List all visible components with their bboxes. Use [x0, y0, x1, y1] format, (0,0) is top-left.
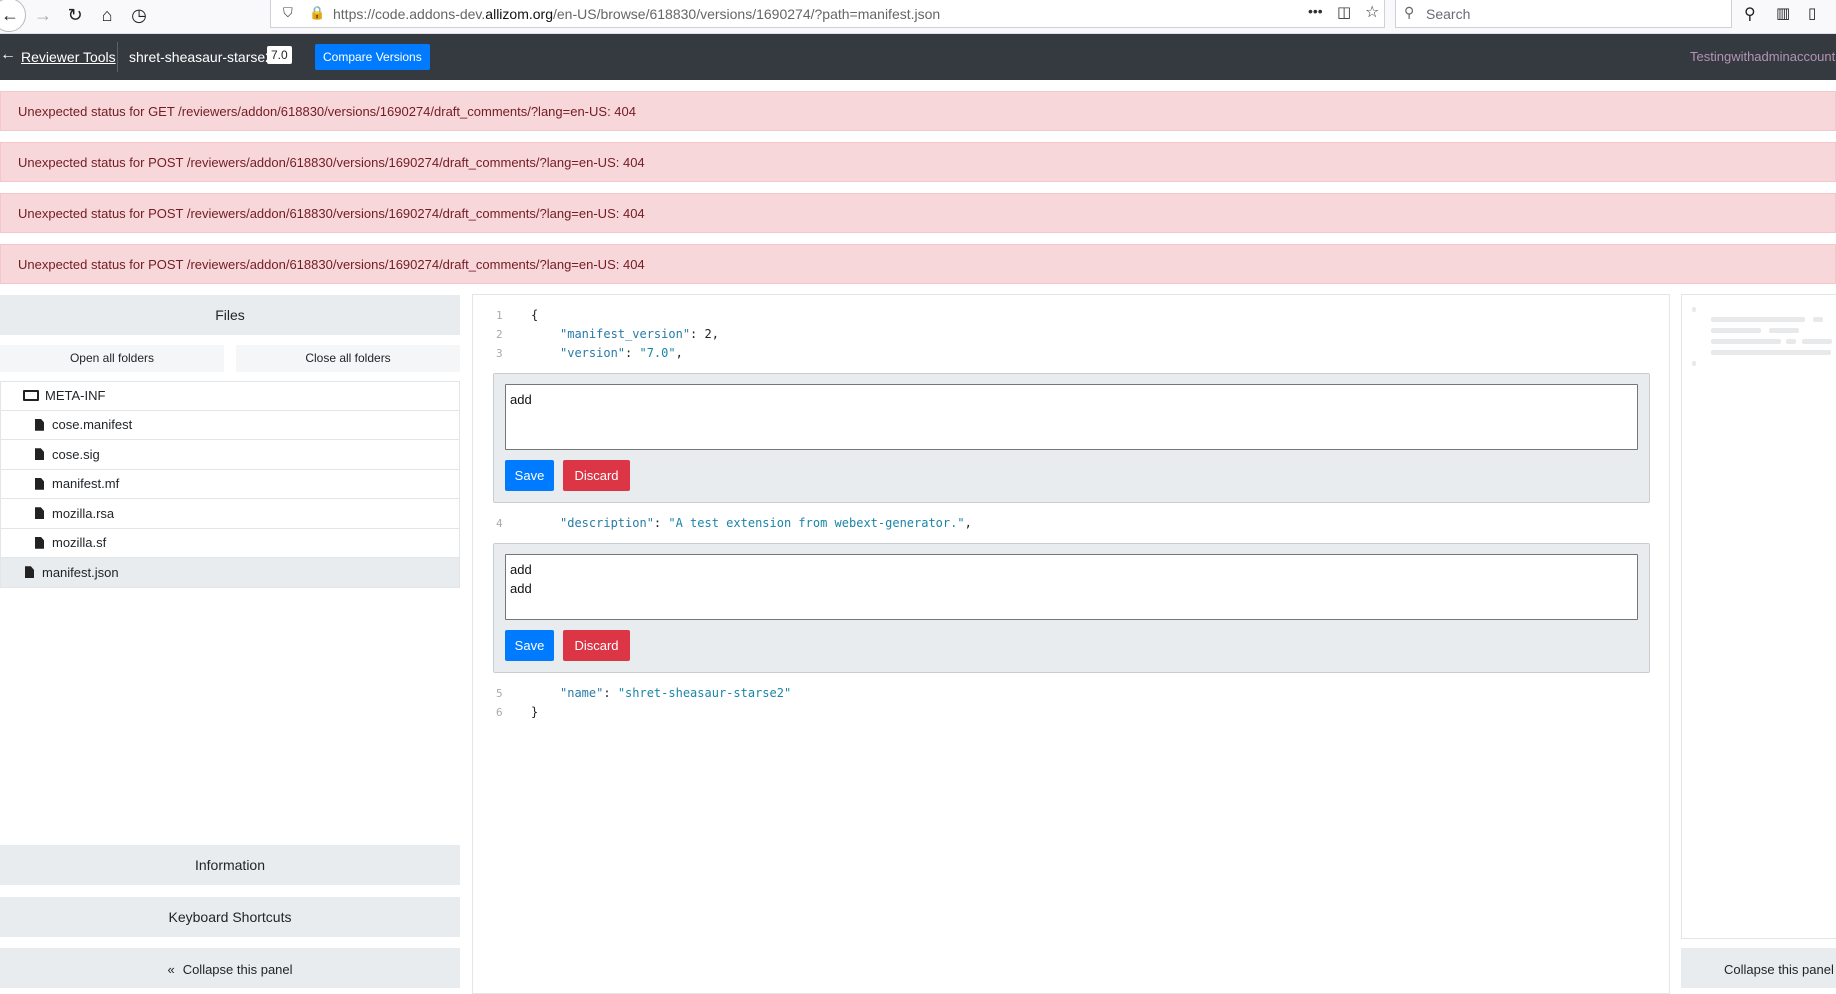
save-button[interactable]: Save [505, 630, 554, 661]
search-placeholder: Search [1426, 6, 1471, 22]
tree-file-manifest-json[interactable]: manifest.json [0, 558, 460, 588]
history-clock-icon[interactable]: ◷ [127, 3, 151, 27]
search-icon: ⚲ [1404, 4, 1415, 20]
user-name[interactable]: Testingwithadminaccount [1690, 49, 1835, 64]
minimap-line [1802, 339, 1832, 344]
error-alert: Unexpected status for POST /reviewers/ad… [0, 244, 1836, 284]
lock-icon: 🔒 [309, 5, 326, 20]
file-icon [25, 566, 34, 579]
tree-item-label: manifest.json [42, 564, 119, 580]
folder-open-icon [23, 390, 39, 402]
file-icon [35, 448, 44, 461]
reviewer-tools-link[interactable]: Reviewer Tools [21, 49, 116, 65]
tree-item-label: mozilla.rsa [52, 505, 115, 521]
minimap-line [1711, 350, 1831, 355]
addon-name: shret-sheasaur-starse2 [129, 49, 273, 65]
line-number: 6 [496, 706, 503, 719]
code-line[interactable]: "version": "7.0", [560, 346, 683, 360]
comment-textarea[interactable]: add [505, 384, 1638, 450]
tree-file-mozilla-sf[interactable]: mozilla.sf [0, 528, 460, 558]
tree-item-label: mozilla.sf [52, 535, 107, 551]
error-alert: Unexpected status for POST /reviewers/ad… [0, 142, 1836, 182]
minimap-line [1711, 328, 1761, 333]
code-line[interactable]: } [531, 705, 538, 719]
library-icon[interactable]: ▥ [1776, 4, 1790, 22]
back-button[interactable]: ← [0, 0, 26, 32]
minimap-line [1711, 339, 1781, 344]
reload-icon[interactable]: ↻ [63, 3, 87, 27]
version-badge: 7.0 [267, 46, 292, 64]
tree-item-label: manifest.mf [52, 476, 120, 492]
bookmark-star-icon[interactable]: ☆ [1365, 2, 1379, 22]
minimap-line [1692, 361, 1696, 366]
comment-form: add add Save Discard [493, 543, 1650, 673]
search-icon[interactable]: ⚲ [1744, 4, 1756, 24]
tree-file-manifest-mf[interactable]: manifest.mf [0, 469, 460, 499]
files-heading[interactable]: Files [0, 295, 460, 335]
code-line[interactable]: "name": "shret-sheasaur-starse2" [560, 686, 791, 700]
minimap-line [1692, 307, 1696, 312]
code-line[interactable]: "manifest_version": 2, [560, 327, 719, 341]
back-arrow-icon[interactable]: ← [0, 46, 16, 64]
code-line[interactable]: "description": "A test extension from we… [560, 516, 972, 530]
file-icon [35, 536, 44, 549]
file-tree: META-INF cose.manifest cose.sig manifest… [0, 381, 460, 588]
file-icon [35, 477, 44, 490]
save-button[interactable]: Save [505, 460, 554, 491]
minimap-line [1786, 339, 1796, 344]
comment-form: add Save Discard [493, 373, 1650, 503]
more-icon[interactable]: ••• [1308, 3, 1323, 19]
browser-toolbar: ← → ↻ ⌂ ◷ ⛉ 🔒 https://code.addons-dev.al… [0, 0, 1836, 34]
line-number: 4 [496, 517, 503, 530]
line-number: 1 [496, 309, 503, 322]
code-minimap[interactable] [1681, 294, 1836, 939]
collapse-left-panel-button[interactable]: «Collapse this panel [0, 948, 460, 988]
keyboard-shortcuts-heading[interactable]: Keyboard Shortcuts [0, 897, 460, 937]
tree-item-label: cose.manifest [52, 417, 133, 433]
code-view: 1 { 2 "manifest_version": 2, 3 "version"… [472, 294, 1670, 994]
code-line[interactable]: { [531, 308, 538, 322]
tree-item-label: cose.sig [52, 446, 100, 462]
minimap-line [1711, 317, 1805, 322]
comment-textarea[interactable]: add add [505, 554, 1638, 620]
pocket-icon[interactable]: ◫ [1337, 3, 1351, 21]
line-number: 2 [496, 328, 503, 341]
address-bar[interactable]: ⛉ 🔒 https://code.addons-dev.allizom.org/… [270, 0, 1385, 28]
line-number: 3 [496, 347, 503, 360]
tree-file-cose-sig[interactable]: cose.sig [0, 440, 460, 470]
sidebar-icon[interactable]: ▯ [1808, 4, 1816, 22]
tree-item-label: META-INF [45, 388, 106, 404]
open-all-folders-button[interactable]: Open all folders [0, 345, 224, 372]
error-alert: Unexpected status for GET /reviewers/add… [0, 91, 1836, 131]
forward-arrow-icon[interactable]: → [31, 3, 55, 27]
back-arrow-icon: ← [1, 5, 19, 25]
file-icon [35, 507, 44, 520]
information-heading[interactable]: Information [0, 845, 460, 885]
search-bar[interactable]: ⚲ Search [1395, 0, 1732, 28]
file-icon [35, 418, 44, 431]
error-alert: Unexpected status for POST /reviewers/ad… [0, 193, 1836, 233]
tree-file-cose-manifest[interactable]: cose.manifest [0, 410, 460, 440]
tree-file-mozilla-rsa[interactable]: mozilla.rsa [0, 499, 460, 529]
minimap-line [1769, 328, 1799, 333]
tree-folder-meta-inf[interactable]: META-INF [0, 381, 460, 411]
divider [117, 42, 118, 72]
url-text: https://code.addons-dev.allizom.org/en-U… [333, 6, 941, 22]
compare-versions-button[interactable]: Compare Versions [315, 44, 430, 70]
app-header: ← Reviewer Tools shret-sheasaur-starse2 … [0, 34, 1836, 80]
close-all-folders-button[interactable]: Close all folders [236, 345, 460, 372]
line-number: 5 [496, 687, 503, 700]
minimap-line [1813, 317, 1823, 322]
collapse-right-panel-button[interactable]: Collapse this panel [1681, 948, 1836, 988]
shield-icon: ⛉ [283, 5, 293, 20]
discard-button[interactable]: Discard [563, 460, 630, 491]
discard-button[interactable]: Discard [563, 630, 630, 661]
home-icon[interactable]: ⌂ [95, 3, 119, 27]
